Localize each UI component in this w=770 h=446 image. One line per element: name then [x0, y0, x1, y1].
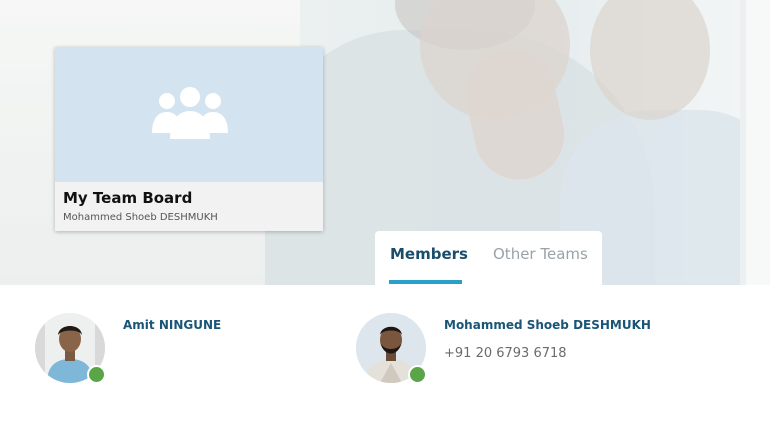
board-title: My Team Board [63, 189, 193, 207]
member-name[interactable]: Amit NINGUNE [123, 318, 221, 332]
team-board-card[interactable]: My Team Board Mohammed Shoeb DESHMUKH [55, 47, 323, 231]
member-phone[interactable]: +91 20 6793 6718 [444, 346, 567, 361]
active-tab-indicator [389, 280, 462, 284]
online-status-dot [408, 365, 427, 384]
board-thumbnail [55, 47, 323, 182]
member-card[interactable]: Amit NINGUNE [35, 313, 335, 385]
member-name[interactable]: Mohammed Shoeb DESHMUKH [444, 318, 651, 332]
team-group-icon [152, 87, 228, 139]
tab-members[interactable]: Members [390, 245, 468, 263]
board-owner: Mohammed Shoeb DESHMUKH [63, 212, 218, 223]
tab-other-teams[interactable]: Other Teams [493, 245, 588, 263]
online-status-dot [87, 365, 106, 384]
team-tabs: Members Other Teams [375, 231, 602, 285]
member-card[interactable]: Mohammed Shoeb DESHMUKH +91 20 6793 6718 [356, 313, 756, 385]
